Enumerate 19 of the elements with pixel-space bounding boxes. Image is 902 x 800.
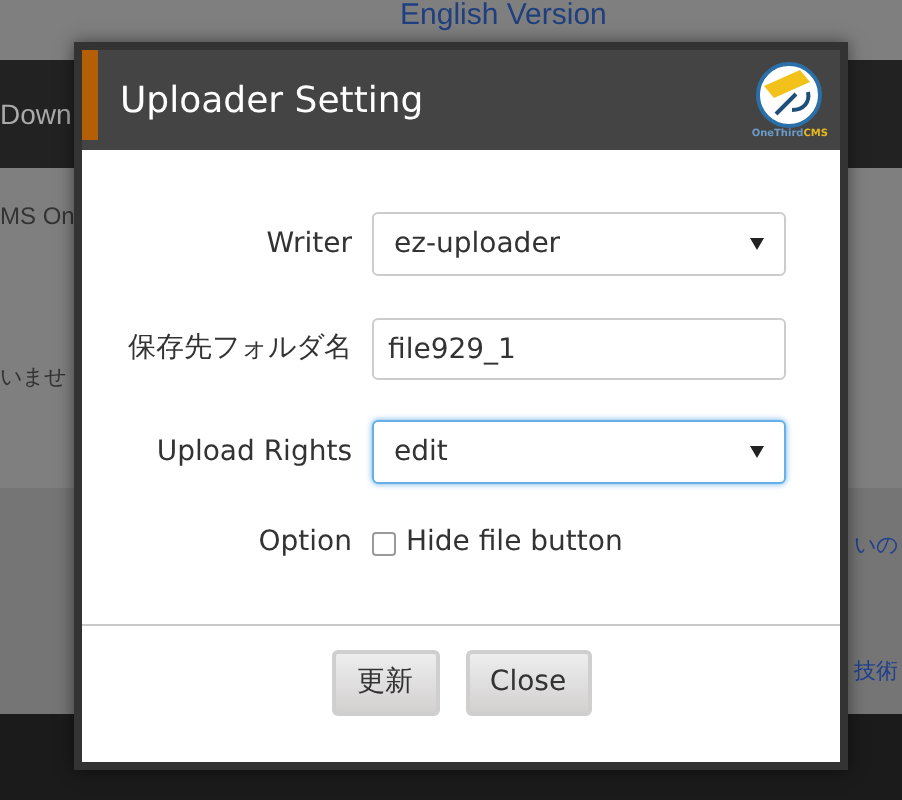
page-text: いませ [0, 362, 66, 394]
field-label: 保存先フォルダ名 [126, 330, 352, 368]
checkbox-label: Hide file button [406, 524, 623, 562]
field-label: Upload Rights [154, 433, 352, 471]
checkbox[interactable] [372, 531, 396, 555]
dialog-title: Uploader Setting [120, 77, 424, 125]
dropdown-arrow-icon [750, 446, 764, 458]
field-label: Option [256, 524, 352, 562]
dropdown-arrow-icon [750, 238, 764, 250]
logo-icon [756, 61, 823, 127]
field-label: Writer [264, 225, 352, 263]
select-field[interactable]: edit [372, 420, 786, 484]
dialog-button[interactable]: Close [465, 650, 591, 716]
page-text: MS On [0, 200, 75, 234]
accent-bar [82, 50, 98, 140]
nav-item[interactable]: Down [0, 93, 72, 135]
input-field[interactable]: file929_1 [372, 318, 786, 380]
dialog-button[interactable]: 更新 [331, 650, 439, 716]
select-field[interactable]: ez-uploader [372, 212, 786, 276]
